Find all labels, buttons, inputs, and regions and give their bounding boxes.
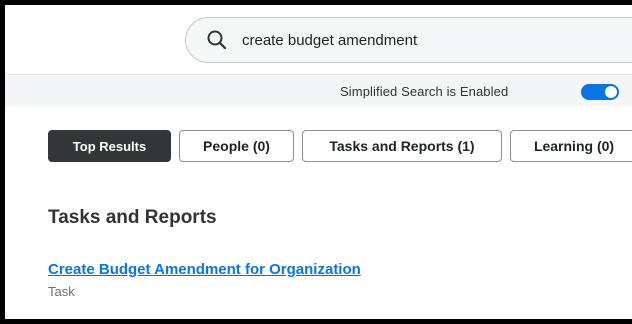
result-category-tabs: Top Results People (0) Tasks and Reports… <box>48 130 632 162</box>
search-results-page: create budget amendment Simplified Searc… <box>5 5 632 319</box>
section-title: Tasks and Reports <box>48 207 217 228</box>
search-header: create budget amendment <box>5 5 632 75</box>
tab-top-results[interactable]: Top Results <box>48 130 171 162</box>
tab-tasks-and-reports[interactable]: Tasks and Reports (1) <box>302 130 502 162</box>
search-icon[interactable] <box>206 29 228 51</box>
toggle-knob <box>605 86 617 98</box>
simplified-search-banner: Simplified Search is Enabled <box>5 76 632 106</box>
simplified-search-toggle[interactable] <box>581 84 619 100</box>
result-type-label: Task <box>48 284 75 299</box>
result-link-create-budget-amendment[interactable]: Create Budget Amendment for Organization <box>48 261 361 278</box>
search-input[interactable]: create budget amendment <box>185 17 632 63</box>
search-query-text[interactable]: create budget amendment <box>242 32 417 49</box>
tab-learning[interactable]: Learning (0) <box>510 130 632 162</box>
tab-people[interactable]: People (0) <box>179 130 294 162</box>
simplified-search-label: Simplified Search is Enabled <box>340 84 509 99</box>
